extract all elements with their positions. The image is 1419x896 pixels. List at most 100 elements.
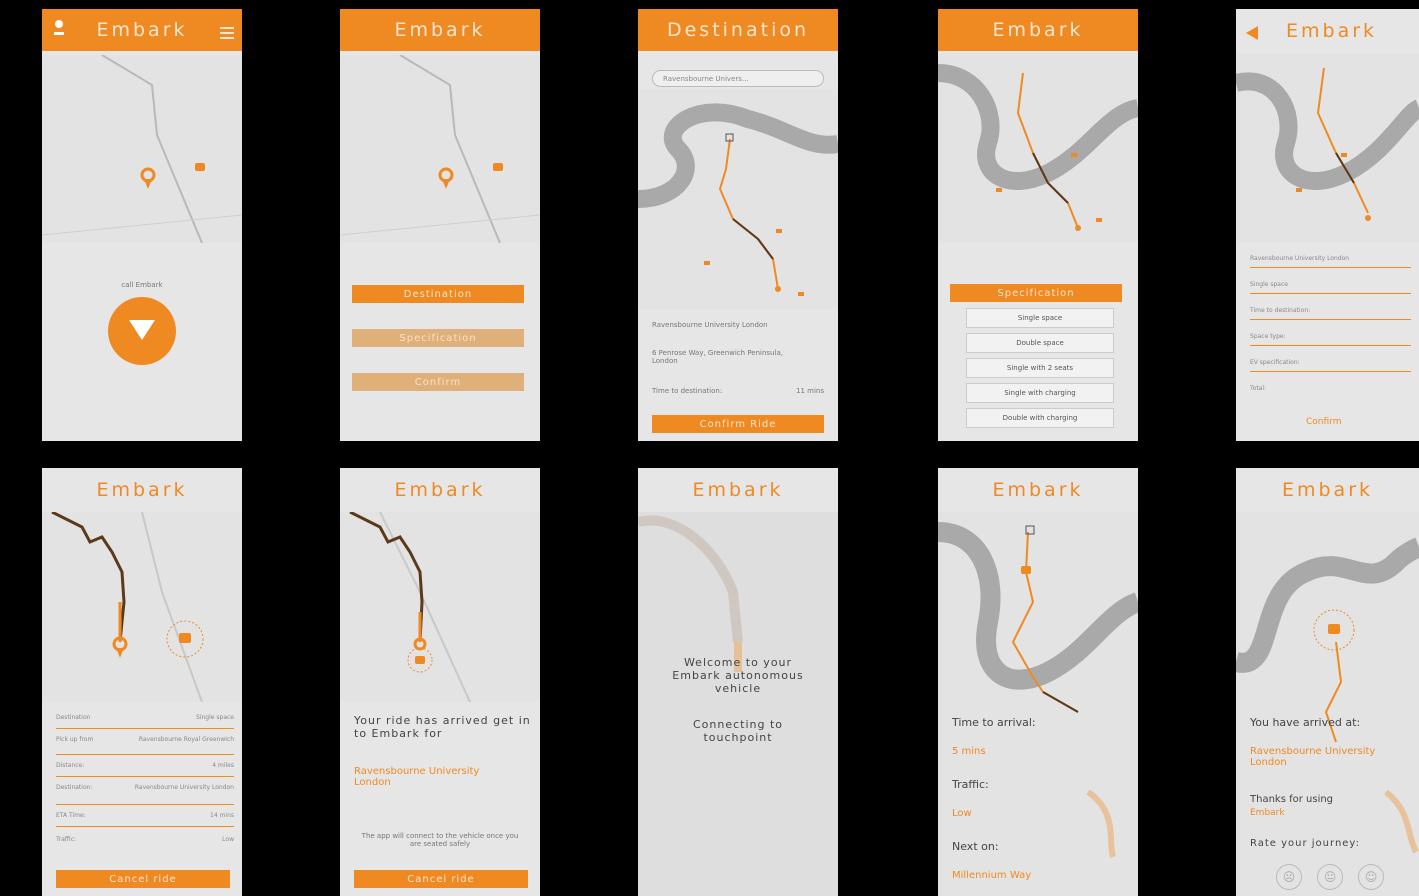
time-value: 11 mins <box>796 387 824 395</box>
screen-destination: Destination Ravensbourne Univers... Rave… <box>638 9 838 441</box>
back-arrow-icon[interactable] <box>1246 23 1258 45</box>
header: Destination <box>638 9 838 51</box>
time-label: Time to arrival: <box>952 716 1036 729</box>
screen-arrived-pickup: Embark Your ride has arrived get in to E… <box>340 468 540 896</box>
detail-row: Destination: Ravensbourne University Lond… <box>56 784 234 791</box>
rating-row: ☹ 😐 ☺ <box>1276 864 1394 890</box>
user-icon[interactable] <box>54 19 64 41</box>
destination-name: Ravensbourne University London <box>1250 746 1376 768</box>
screen-welcome: Embark Welcome to your Embark autonomous… <box>638 468 838 896</box>
detail-row: Traffic: Low <box>56 836 234 843</box>
confirm-link[interactable]: Confirm <box>1306 417 1341 427</box>
neutral-face-icon[interactable]: 😐 <box>1317 864 1344 890</box>
confirm-row: EV specification: <box>1250 359 1300 366</box>
map[interactable] <box>938 53 1138 243</box>
spec-option[interactable]: Single with charging <box>966 383 1114 403</box>
screen-specification: Embark Specification Single space Double… <box>938 9 1138 441</box>
header: Embark <box>1236 9 1419 53</box>
map[interactable] <box>42 55 242 243</box>
app-title: Embark <box>1281 479 1374 501</box>
app-title: Embark <box>992 479 1084 501</box>
confirm-row: Time to destination: <box>1250 307 1311 314</box>
divider <box>1250 267 1411 268</box>
hamburger-icon[interactable] <box>220 23 234 39</box>
detail-row: Destination Single space <box>56 714 234 721</box>
screen-menu: Embark Destination Specification Confirm <box>340 9 540 441</box>
confirm-row: Space type: <box>1250 333 1286 340</box>
spec-option[interactable]: Double with charging <box>966 408 1114 428</box>
divider <box>56 728 234 729</box>
app-title: Embark <box>96 479 188 501</box>
confirm-row: Ravensbourne University London <box>1250 255 1350 262</box>
detail-row: Distance: 4 miles <box>56 762 234 769</box>
thanks-brand: Embark <box>1250 808 1285 818</box>
call-button[interactable] <box>108 297 176 365</box>
spec-option[interactable]: Single space <box>966 308 1114 328</box>
confirm-ride-button[interactable]: Confirm Ride <box>652 415 824 433</box>
cancel-ride-button[interactable]: Cancel ride <box>354 870 528 888</box>
blurred-map <box>638 512 838 896</box>
screen-title: Destination <box>666 19 810 41</box>
next-value: Millennium Way <box>952 870 1032 881</box>
header: Embark <box>42 9 242 51</box>
sad-face-icon[interactable]: ☹ <box>1276 864 1302 890</box>
spec-option[interactable]: Single with 2 seats <box>966 358 1114 378</box>
spec-option[interactable]: Double space <box>966 333 1114 353</box>
divider <box>1250 371 1411 372</box>
header: Embark <box>638 468 838 512</box>
divider <box>56 776 234 777</box>
divider <box>56 754 234 755</box>
map[interactable] <box>42 512 242 702</box>
destination-address: 6 Penrose Way, Greenwich Peninsula, Lond… <box>652 349 783 365</box>
traffic-value: Low <box>952 808 972 819</box>
destination-button[interactable]: Destination <box>352 285 524 303</box>
header: Embark <box>42 468 242 512</box>
header: Embark <box>340 9 540 51</box>
footnote: The app will connect to the vehicle once… <box>361 832 519 848</box>
divider <box>1250 319 1411 320</box>
specification-header: Specification <box>950 284 1122 302</box>
map[interactable] <box>938 512 1138 896</box>
destination-name: Ravensbourne University London <box>354 766 480 788</box>
specification-button[interactable]: Specification <box>352 329 524 347</box>
cancel-ride-button[interactable]: Cancel ride <box>56 870 230 888</box>
app-title: Embark <box>394 479 486 501</box>
screen-in-transit: Embark Time to arrival: 5 mins Traffic: … <box>938 468 1138 896</box>
screen-home: Embark call Embark <box>42 9 242 441</box>
traffic-label: Traffic: <box>952 778 989 791</box>
confirm-row: Single space <box>1250 281 1288 288</box>
app-title: Embark <box>1286 20 1378 42</box>
rate-label: Rate your journey: <box>1250 838 1360 849</box>
time-label: Time to destination: <box>652 387 723 395</box>
confirm-button[interactable]: Confirm <box>352 373 524 391</box>
chevron-down-icon <box>127 316 157 346</box>
header: Embark <box>1236 468 1419 512</box>
divider <box>1250 293 1411 294</box>
detail-row: ETA Time: 14 mins <box>56 812 234 819</box>
app-title: Embark <box>96 19 188 41</box>
connecting-message: Connecting to touchpoint <box>692 718 784 744</box>
app-title: Embark <box>394 19 486 41</box>
thanks-message: Thanks for using <box>1250 794 1334 805</box>
welcome-message: Welcome to your Embark autonomous vehicl… <box>672 656 804 695</box>
map[interactable] <box>340 55 540 243</box>
header: Embark <box>938 468 1138 512</box>
destination-name: Ravensbourne University London <box>652 321 768 329</box>
time-value: 5 mins <box>952 746 986 757</box>
app-title: Embark <box>692 479 784 501</box>
header: Embark <box>938 9 1138 51</box>
confirm-row: Total: <box>1250 385 1267 392</box>
app-title: Embark <box>992 19 1084 41</box>
next-label: Next on: <box>952 840 999 853</box>
header: Embark <box>340 468 540 512</box>
screen-arrived-destination: Embark You have arrived at: Ravensbourne… <box>1236 468 1419 896</box>
divider <box>1250 345 1411 346</box>
map[interactable] <box>340 512 540 702</box>
happy-face-icon[interactable]: ☺ <box>1358 864 1385 890</box>
arrival-message: Your ride has arrived get in to Embark f… <box>354 714 531 740</box>
divider <box>56 804 234 805</box>
map[interactable] <box>638 89 838 309</box>
screen-ride-details: Embark Destination Single space Pick up f… <box>42 468 242 896</box>
search-input[interactable]: Ravensbourne Univers... <box>652 70 824 87</box>
map[interactable] <box>1236 53 1419 243</box>
